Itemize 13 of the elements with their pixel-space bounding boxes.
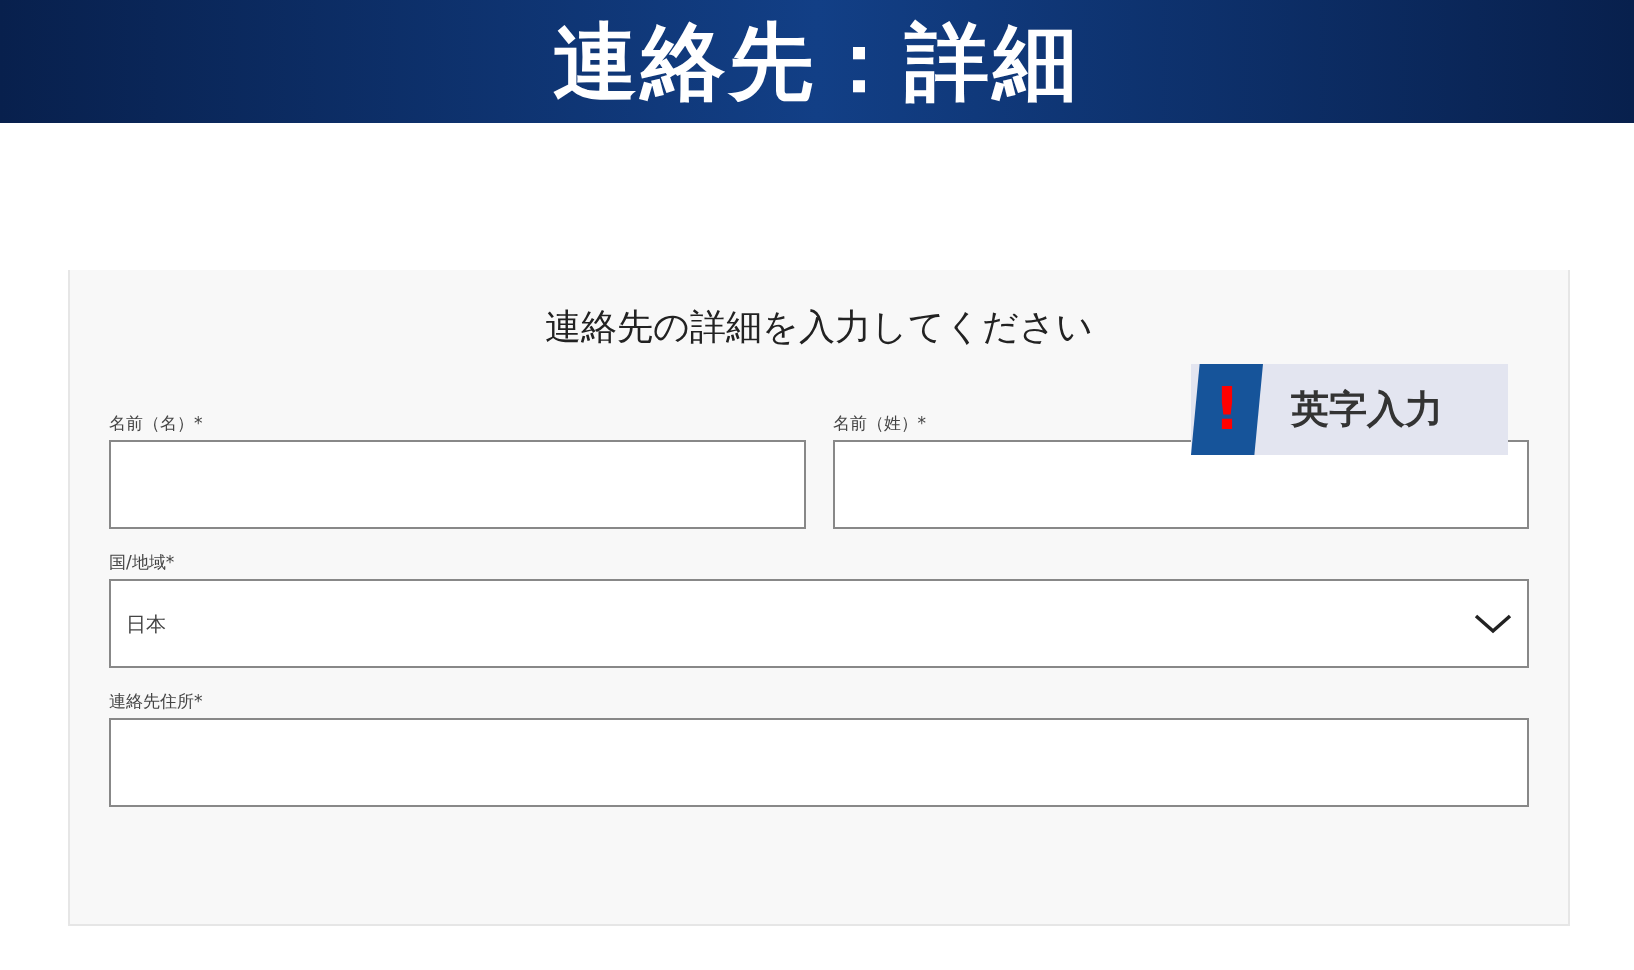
text-field[interactable] [109,718,1529,807]
field-label: 名前（名）* [109,412,204,434]
chevron-down-icon [1474,613,1512,634]
callout-text: 英字入力 [1291,386,1443,433]
field-label: 国/地域* [109,551,176,573]
exclamation-mark: ! [1191,364,1263,455]
form-heading: 連絡先の詳細を入力してください [544,305,1094,349]
field-label: 名前（姓）* [832,412,927,434]
text-field[interactable] [109,440,806,529]
text-field[interactable] [832,440,1529,529]
country-select[interactable]: 日本 [109,579,1529,668]
field-label: 連絡先住所* [109,690,204,712]
banner-title: 連絡先：詳細 [553,19,1081,104]
